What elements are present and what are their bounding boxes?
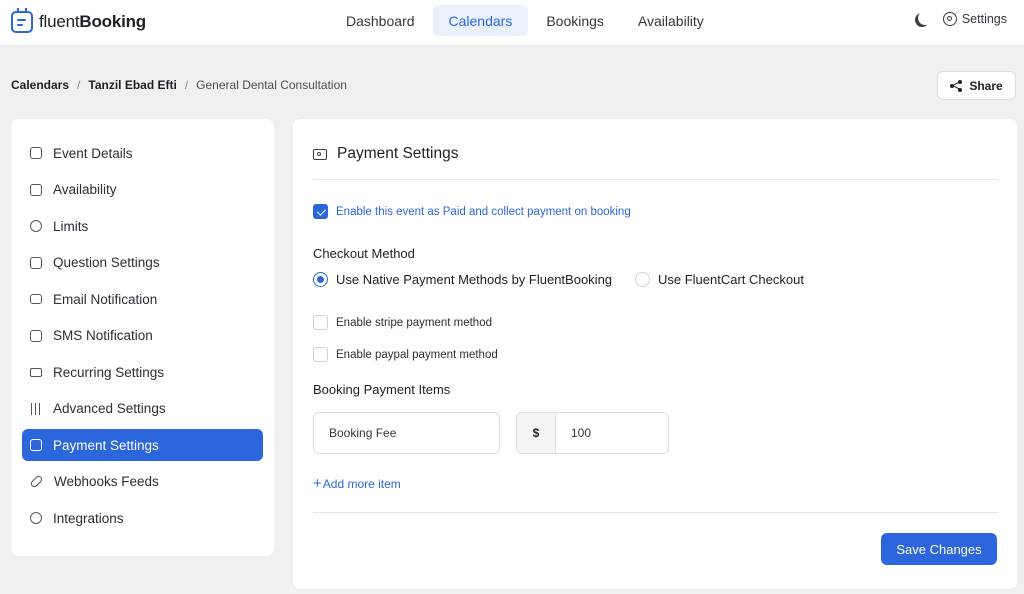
payment-item-price-input[interactable] [556,413,668,453]
stripe-label: Enable stripe payment method [336,316,492,329]
integrations-icon [30,512,42,524]
settings-link[interactable]: Settings [942,12,1007,26]
enable-paid-checkbox-row[interactable]: Enable this event as Paid and collect pa… [313,204,631,219]
enable-paid-label: Enable this event as Paid and collect pa… [336,205,631,218]
radio-fluentcart-control[interactable] [635,272,650,287]
top-right-actions: Settings [915,12,1007,26]
footer-divider [313,512,998,513]
sidebar-item-payment-settings[interactable]: Payment Settings [22,429,263,461]
add-more-item-link[interactable]: + Add more item [313,475,401,492]
sidebar-item-email-notification[interactable]: Email Notification [22,283,263,315]
brand-logo[interactable]: fluentBooking [11,8,146,34]
sidebar-item-label: Event Details [53,145,133,161]
page-title: Payment Settings [337,145,459,162]
header-divider [313,179,998,180]
stripe-checkbox[interactable] [313,315,328,330]
sidebar-item-label: Advanced Settings [53,401,166,416]
clock-icon [30,220,42,232]
sidebar-item-label: Email Notification [53,291,158,307]
payment-item-price-group: $ [516,412,669,454]
question-icon [30,256,42,269]
sidebar-item-sms-notification[interactable]: SMS Notification [22,320,263,352]
nav-dashboard[interactable]: Dashboard [330,5,431,36]
nav-bookings[interactable]: Bookings [530,5,620,36]
breadcrumb: Calendars / Tanzil Ebad Efti / General D… [11,78,347,92]
booking-payment-items-label: Booking Payment Items [313,382,451,397]
paypal-checkbox[interactable] [313,347,328,362]
gear-icon [942,12,957,26]
payment-card-icon [313,148,327,160]
sidebar-item-availability[interactable]: Availability [22,174,263,206]
sidebar-item-label: Recurring Settings [53,364,165,380]
checkout-method-label: Checkout Method [313,246,415,261]
sidebar-item-label: SMS Notification [53,328,153,343]
plus-icon: + [313,475,322,492]
nav-calendars[interactable]: Calendars [432,5,529,36]
calendar-icon [30,183,42,196]
radio-fluentcart-checkout[interactable]: Use FluentCart Checkout [635,272,804,287]
main-nav: Dashboard Calendars Bookings Availabilit… [330,5,720,36]
nav-availability[interactable]: Availability [622,5,720,36]
brand-name: fluentBooking [39,12,146,31]
sidebar-item-event-details[interactable]: Event Details [22,137,263,169]
sidebar-item-label: Payment Settings [53,437,159,453]
breadcrumb-separator: / [77,78,81,92]
stripe-checkbox-row[interactable]: Enable stripe payment method [313,315,492,330]
payment-icon [30,439,42,451]
sidebar-item-recurring-settings[interactable]: Recurring Settings [22,356,263,388]
event-details-icon [30,147,42,159]
breadcrumb-event: General Dental Consultation [196,78,347,92]
sidebar-item-integrations[interactable]: Integrations [22,502,263,534]
share-icon [950,79,963,92]
breadcrumb-calendars[interactable]: Calendars [11,78,69,92]
sidebar-item-label: Question Settings [53,255,160,270]
radio-native-payment-label: Use Native Payment Methods by FluentBook… [336,272,613,287]
settings-label: Settings [961,12,1007,26]
radio-native-payment-control[interactable] [313,272,328,287]
currency-symbol: $ [517,413,556,453]
top-nav-bar: fluentBooking Dashboard Calendars Bookin… [0,0,1024,46]
settings-sidebar: Event Details Availability Limits Questi… [11,119,274,556]
payment-settings-panel: Payment Settings Enable this event as Pa… [293,119,1017,589]
mail-icon [30,294,42,304]
share-label: Share [969,78,1003,93]
radio-fluentcart-label: Use FluentCart Checkout [658,272,804,287]
save-changes-button[interactable]: Save Changes [881,533,997,565]
sidebar-item-question-settings[interactable]: Question Settings [22,247,263,279]
sms-icon [30,329,42,342]
sidebar-item-label: Webhooks Feeds [54,474,159,489]
link-icon [29,474,44,489]
panel-header: Payment Settings [313,145,458,163]
sidebar-item-advanced-settings[interactable]: Advanced Settings [22,393,263,425]
payment-item-name-input[interactable] [313,412,500,454]
dark-mode-moon-icon[interactable] [918,11,932,25]
sidebar-item-webhooks-feeds[interactable]: Webhooks Feeds [22,466,263,498]
breadcrumb-host[interactable]: Tanzil Ebad Efti [88,78,176,92]
calendar-logo-icon [11,8,33,33]
repeat-icon [30,367,42,377]
enable-paid-checkbox[interactable] [313,204,328,219]
sliders-icon [30,402,42,415]
radio-native-payment[interactable]: Use Native Payment Methods by FluentBook… [313,272,612,287]
paypal-label: Enable paypal payment method [336,348,498,361]
sidebar-item-label: Limits [53,218,89,234]
sidebar-item-label: Availability [53,182,117,197]
breadcrumb-separator: / [184,78,189,92]
add-more-item-label: Add more item [322,477,401,491]
sidebar-item-limits[interactable]: Limits [22,210,263,242]
share-button[interactable]: Share [937,71,1016,100]
sidebar-item-label: Integrations [53,510,124,526]
paypal-checkbox-row[interactable]: Enable paypal payment method [313,347,498,362]
